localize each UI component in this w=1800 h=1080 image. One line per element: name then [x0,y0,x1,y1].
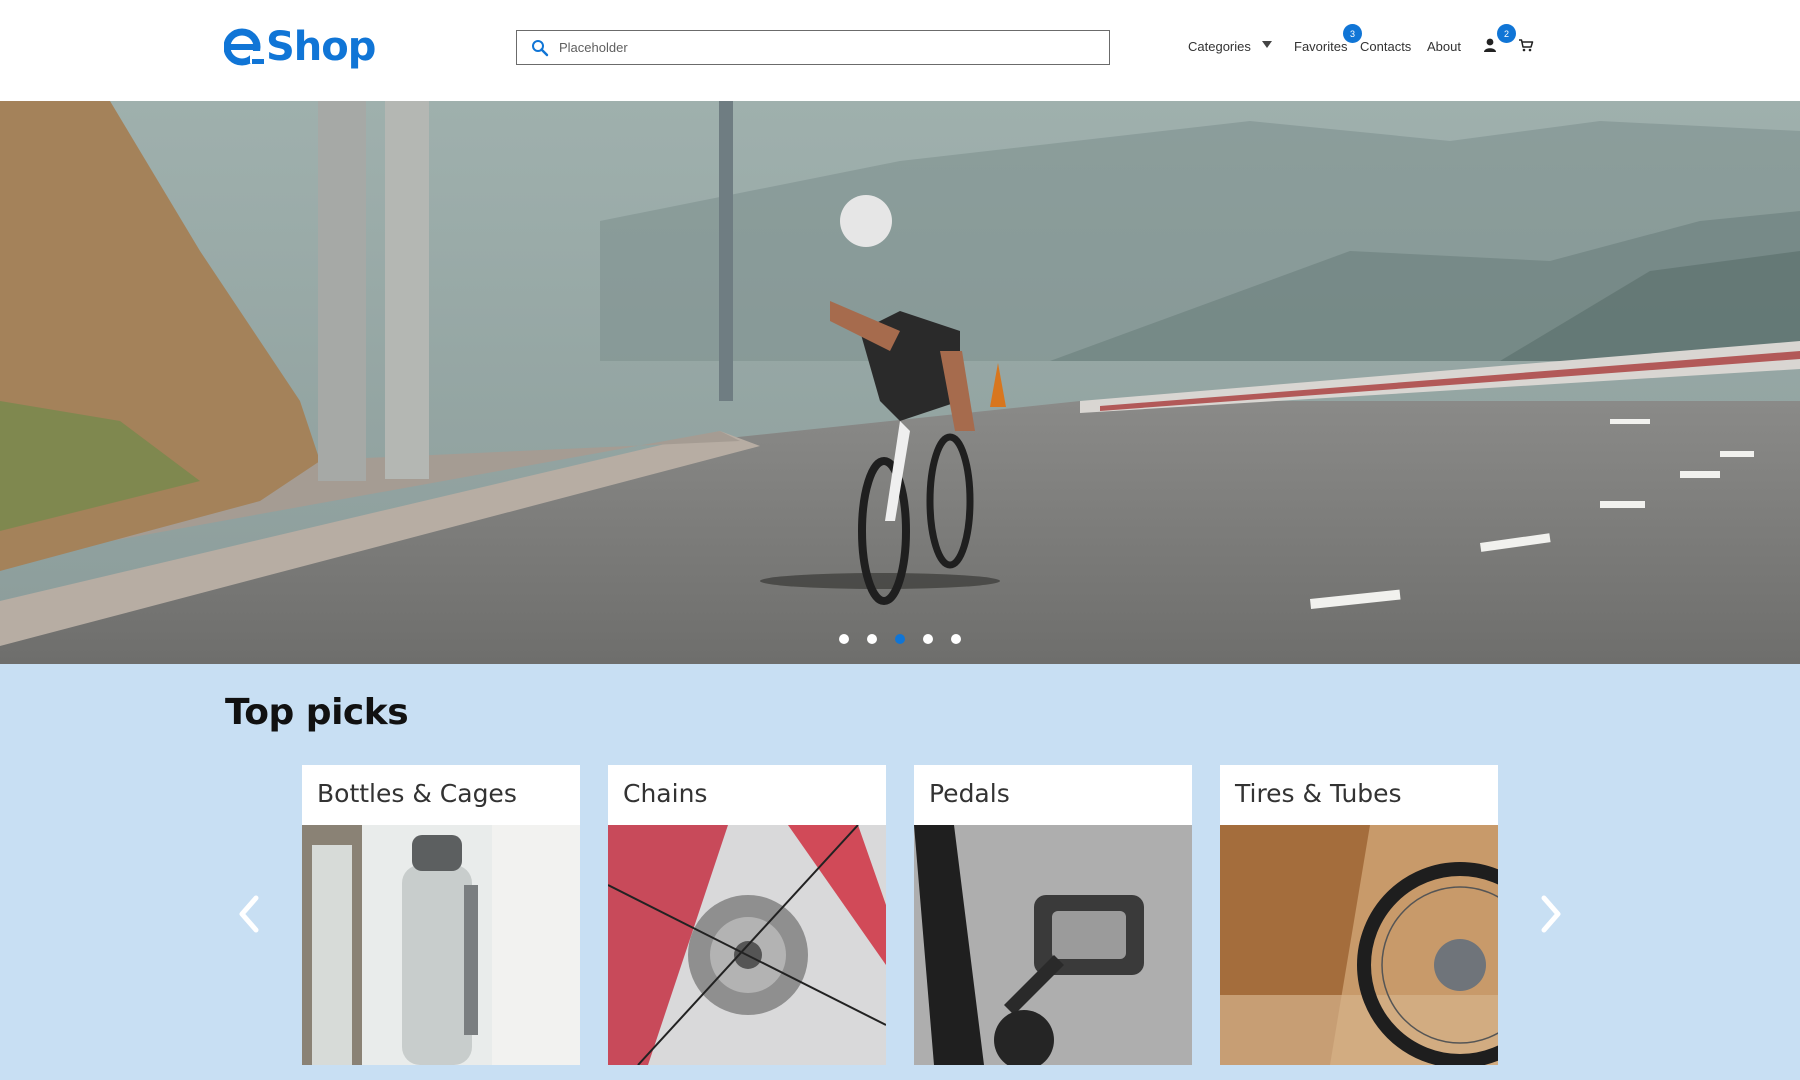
bottle-image [302,825,580,1065]
search-bar[interactable] [516,30,1110,65]
pick-card-title: Chains [623,779,708,808]
pick-card-title: Pedals [929,779,1010,808]
chevron-right-icon[interactable] [1536,892,1566,936]
nav-categories[interactable]: Categories [1188,37,1251,57]
nav-favorites[interactable]: Favorites [1294,37,1347,57]
search-icon[interactable] [531,39,549,57]
pick-card[interactable]: Tires & Tubes [1220,765,1498,1065]
cart-count-badge: 2 [1497,24,1516,43]
logo[interactable]: Shop [224,22,376,72]
nav-contacts[interactable]: Contacts [1360,37,1411,57]
pick-card-title: Tires & Tubes [1235,779,1402,808]
tire-image [1220,825,1498,1065]
carousel-dots [839,634,979,644]
hero-image [0,101,1800,664]
search-input[interactable] [559,40,1099,55]
pick-card[interactable]: Chains [608,765,886,1065]
nav-about[interactable]: About [1427,37,1461,57]
chain-image [608,825,886,1065]
pedal-image [914,825,1192,1065]
section-title: Top picks [225,692,409,733]
carousel-dot-2[interactable] [867,634,877,644]
carousel-dot-5[interactable] [951,634,961,644]
carousel-dot-4[interactable] [923,634,933,644]
top-picks-section: Top picks Bottles & Cages Chains Pedals … [0,664,1800,1080]
pick-card[interactable]: Pedals [914,765,1192,1065]
carousel-dot-1[interactable] [839,634,849,644]
user-icon[interactable] [1482,37,1498,53]
hero-carousel[interactable] [0,101,1800,664]
logo-text: Shop [266,24,376,70]
pick-card-title: Bottles & Cages [317,779,517,808]
pick-card[interactable]: Bottles & Cages [302,765,580,1065]
e-logo-icon [224,28,264,66]
chevron-down-icon[interactable] [1262,41,1272,48]
header: Shop Categories Favorites 3 Contacts Abo… [0,0,1800,101]
cart-icon[interactable] [1518,37,1534,53]
chevron-left-icon[interactable] [234,892,264,936]
carousel-dot-3[interactable] [895,634,905,644]
